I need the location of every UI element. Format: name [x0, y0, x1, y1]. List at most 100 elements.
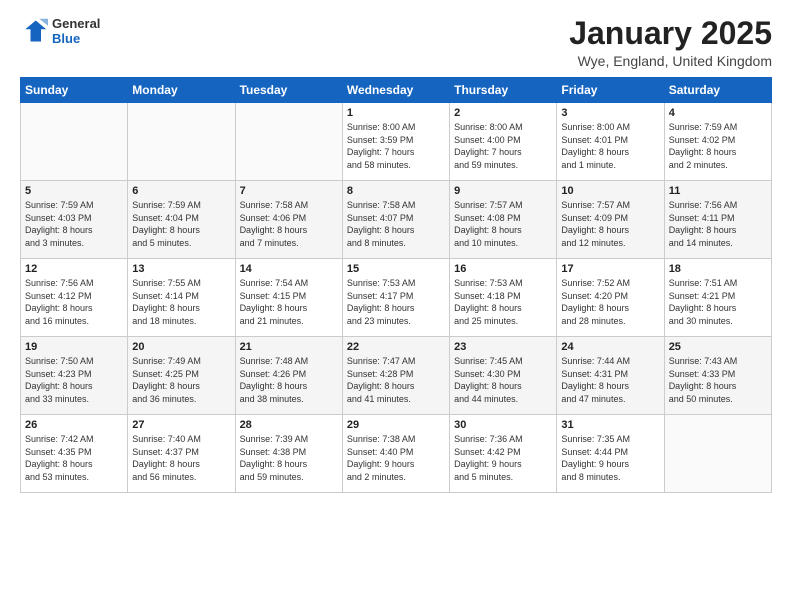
day-number: 4 — [669, 107, 767, 119]
day-info: Sunrise: 7:56 AM Sunset: 4:12 PM Dayligh… — [25, 277, 123, 327]
location: Wye, England, United Kingdom — [569, 53, 772, 69]
calendar-cell: 10 Sunrise: 7:57 AM Sunset: 4:09 PM Dayli… — [557, 181, 664, 259]
day-number: 28 — [240, 419, 338, 431]
calendar-cell: 25Sunrise: 7:43 AM Sunset: 4:33 PM Dayli… — [664, 337, 771, 415]
weekday-header-tuesday: Tuesday — [235, 78, 342, 103]
day-info: Sunrise: 7:35 AM Sunset: 4:44 PM Dayligh… — [561, 433, 659, 483]
week-row-4: 26 Sunrise: 7:42 AM Sunset: 4:35 PM Dayli… — [21, 415, 772, 493]
day-number: 22 — [347, 341, 445, 353]
day-info: Sunrise: 7:45 AM Sunset: 4:30 PM Dayligh… — [454, 355, 552, 405]
calendar-cell: 13Sunrise: 7:55 AM Sunset: 4:14 PM Dayli… — [128, 259, 235, 337]
day-number: 18 — [669, 263, 767, 275]
day-info: Sunrise: 7:57 AM Sunset: 4:09 PM Dayligh… — [561, 199, 659, 249]
day-number: 11 — [669, 185, 767, 197]
calendar-cell: 26 Sunrise: 7:42 AM Sunset: 4:35 PM Dayli… — [21, 415, 128, 493]
title-block: January 2025 Wye, England, United Kingdo… — [569, 16, 772, 69]
day-number: 10 — [561, 185, 659, 197]
weekday-header-sunday: Sunday — [21, 78, 128, 103]
day-info: Sunrise: 7:51 AM Sunset: 4:21 PM Dayligh… — [669, 277, 767, 327]
day-number: 15 — [347, 263, 445, 275]
calendar-cell: 21 Sunrise: 7:48 AM Sunset: 4:26 PM Dayli… — [235, 337, 342, 415]
calendar-cell: 14 Sunrise: 7:54 AM Sunset: 4:15 PM Dayli… — [235, 259, 342, 337]
day-number: 25 — [669, 341, 767, 353]
calendar-cell: 5 Sunrise: 7:59 AM Sunset: 4:03 PM Daylig… — [21, 181, 128, 259]
calendar-cell — [664, 415, 771, 493]
day-info: Sunrise: 8:00 AM Sunset: 4:01 PM Dayligh… — [561, 121, 659, 171]
day-info: Sunrise: 7:49 AM Sunset: 4:25 PM Dayligh… — [132, 355, 230, 405]
day-number: 8 — [347, 185, 445, 197]
weekday-header-friday: Friday — [557, 78, 664, 103]
day-info: Sunrise: 7:58 AM Sunset: 4:07 PM Dayligh… — [347, 199, 445, 249]
calendar-cell: 9 Sunrise: 7:57 AM Sunset: 4:08 PM Daylig… — [450, 181, 557, 259]
day-number: 19 — [25, 341, 123, 353]
day-number: 16 — [454, 263, 552, 275]
day-number: 24 — [561, 341, 659, 353]
day-info: Sunrise: 7:53 AM Sunset: 4:18 PM Dayligh… — [454, 277, 552, 327]
day-number: 14 — [240, 263, 338, 275]
calendar-cell: 15 Sunrise: 7:53 AM Sunset: 4:17 PM Dayli… — [342, 259, 449, 337]
calendar-cell: 11 Sunrise: 7:56 AM Sunset: 4:11 PM Dayli… — [664, 181, 771, 259]
calendar-cell: 1 Sunrise: 8:00 AM Sunset: 3:59 PM Daylig… — [342, 103, 449, 181]
weekday-header-monday: Monday — [128, 78, 235, 103]
weekday-header-saturday: Saturday — [664, 78, 771, 103]
week-row-1: 5 Sunrise: 7:59 AM Sunset: 4:03 PM Daylig… — [21, 181, 772, 259]
day-info: Sunrise: 8:00 AM Sunset: 3:59 PM Dayligh… — [347, 121, 445, 171]
day-number: 5 — [25, 185, 123, 197]
day-number: 12 — [25, 263, 123, 275]
calendar-cell — [128, 103, 235, 181]
day-number: 23 — [454, 341, 552, 353]
calendar-cell: 28Sunrise: 7:39 AM Sunset: 4:38 PM Dayli… — [235, 415, 342, 493]
day-number: 27 — [132, 419, 230, 431]
day-number: 6 — [132, 185, 230, 197]
day-info: Sunrise: 7:38 AM Sunset: 4:40 PM Dayligh… — [347, 433, 445, 483]
calendar-cell: 3 Sunrise: 8:00 AM Sunset: 4:01 PM Daylig… — [557, 103, 664, 181]
day-info: Sunrise: 7:59 AM Sunset: 4:03 PM Dayligh… — [25, 199, 123, 249]
calendar-cell: 12 Sunrise: 7:56 AM Sunset: 4:12 PM Dayli… — [21, 259, 128, 337]
weekday-header-row: SundayMondayTuesdayWednesdayThursdayFrid… — [21, 78, 772, 103]
logo-text: General Blue — [52, 16, 100, 46]
calendar-cell: 16 Sunrise: 7:53 AM Sunset: 4:18 PM Dayli… — [450, 259, 557, 337]
week-row-0: 1 Sunrise: 8:00 AM Sunset: 3:59 PM Daylig… — [21, 103, 772, 181]
day-info: Sunrise: 7:54 AM Sunset: 4:15 PM Dayligh… — [240, 277, 338, 327]
day-info: Sunrise: 7:50 AM Sunset: 4:23 PM Dayligh… — [25, 355, 123, 405]
day-number: 30 — [454, 419, 552, 431]
header: General Blue January 2025 Wye, England, … — [20, 16, 772, 69]
calendar-cell: 24 Sunrise: 7:44 AM Sunset: 4:31 PM Dayli… — [557, 337, 664, 415]
calendar-cell: 18 Sunrise: 7:51 AM Sunset: 4:21 PM Dayli… — [664, 259, 771, 337]
calendar-cell: 23 Sunrise: 7:45 AM Sunset: 4:30 PM Dayli… — [450, 337, 557, 415]
calendar-cell: 20 Sunrise: 7:49 AM Sunset: 4:25 PM Dayli… — [128, 337, 235, 415]
day-info: Sunrise: 7:59 AM Sunset: 4:04 PM Dayligh… — [132, 199, 230, 249]
day-info: Sunrise: 7:44 AM Sunset: 4:31 PM Dayligh… — [561, 355, 659, 405]
day-info: Sunrise: 8:00 AM Sunset: 4:00 PM Dayligh… — [454, 121, 552, 171]
day-info: Sunrise: 7:40 AM Sunset: 4:37 PM Dayligh… — [132, 433, 230, 483]
day-number: 2 — [454, 107, 552, 119]
day-info: Sunrise: 7:59 AM Sunset: 4:02 PM Dayligh… — [669, 121, 767, 171]
calendar-cell — [235, 103, 342, 181]
calendar-cell: 30 Sunrise: 7:36 AM Sunset: 4:42 PM Dayli… — [450, 415, 557, 493]
day-info: Sunrise: 7:58 AM Sunset: 4:06 PM Dayligh… — [240, 199, 338, 249]
calendar-cell: 17Sunrise: 7:52 AM Sunset: 4:20 PM Dayli… — [557, 259, 664, 337]
day-number: 21 — [240, 341, 338, 353]
day-info: Sunrise: 7:42 AM Sunset: 4:35 PM Dayligh… — [25, 433, 123, 483]
calendar-cell: 4 Sunrise: 7:59 AM Sunset: 4:02 PM Daylig… — [664, 103, 771, 181]
week-row-3: 19 Sunrise: 7:50 AM Sunset: 4:23 PM Dayli… — [21, 337, 772, 415]
day-info: Sunrise: 7:56 AM Sunset: 4:11 PM Dayligh… — [669, 199, 767, 249]
calendar-cell: 31Sunrise: 7:35 AM Sunset: 4:44 PM Dayli… — [557, 415, 664, 493]
logo-icon — [20, 17, 48, 45]
day-number: 26 — [25, 419, 123, 431]
day-number: 9 — [454, 185, 552, 197]
calendar-cell — [21, 103, 128, 181]
day-info: Sunrise: 7:57 AM Sunset: 4:08 PM Dayligh… — [454, 199, 552, 249]
calendar-cell: 27 Sunrise: 7:40 AM Sunset: 4:37 PM Dayli… — [128, 415, 235, 493]
day-number: 3 — [561, 107, 659, 119]
day-info: Sunrise: 7:53 AM Sunset: 4:17 PM Dayligh… — [347, 277, 445, 327]
calendar-cell: 22 Sunrise: 7:47 AM Sunset: 4:28 PM Dayli… — [342, 337, 449, 415]
day-info: Sunrise: 7:55 AM Sunset: 4:14 PM Dayligh… — [132, 277, 230, 327]
day-info: Sunrise: 7:47 AM Sunset: 4:28 PM Dayligh… — [347, 355, 445, 405]
day-info: Sunrise: 7:48 AM Sunset: 4:26 PM Dayligh… — [240, 355, 338, 405]
day-number: 20 — [132, 341, 230, 353]
logo: General Blue — [20, 16, 100, 46]
day-number: 7 — [240, 185, 338, 197]
day-info: Sunrise: 7:36 AM Sunset: 4:42 PM Dayligh… — [454, 433, 552, 483]
day-number: 1 — [347, 107, 445, 119]
